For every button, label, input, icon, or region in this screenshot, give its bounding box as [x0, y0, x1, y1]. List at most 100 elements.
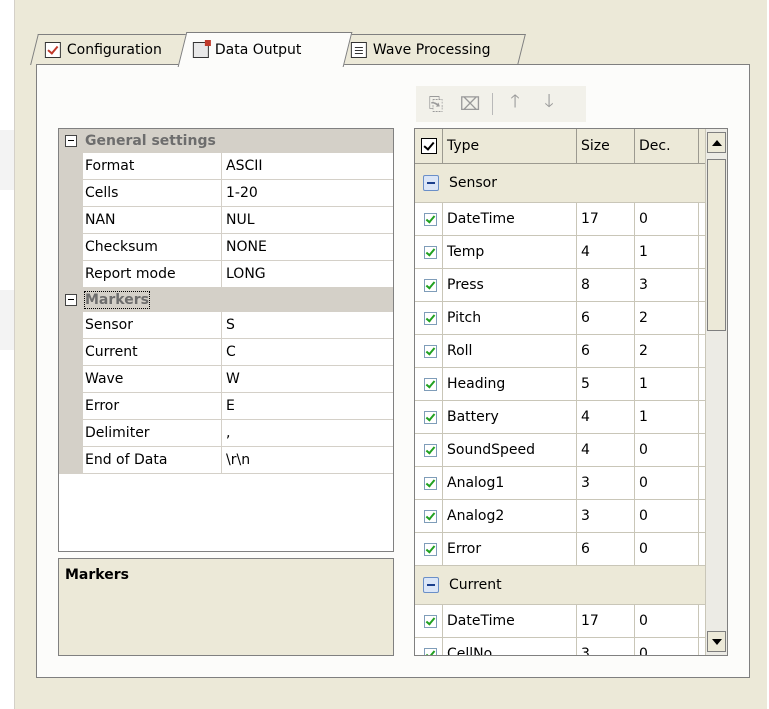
table-row[interactable]: Error 6 0	[415, 533, 727, 566]
cell-type[interactable]: Pitch	[443, 302, 577, 334]
column-header-dec[interactable]: Dec.	[635, 129, 699, 163]
cell-type[interactable]: Analog2	[443, 500, 577, 532]
cell-size[interactable]: 4	[577, 236, 635, 268]
move-up-icon[interactable]: 🡑	[503, 89, 527, 119]
property-value[interactable]: E	[222, 393, 393, 419]
table-row[interactable]: Press 8 3	[415, 269, 727, 302]
cell-type[interactable]: Analog1	[443, 467, 577, 499]
group-row-current[interactable]: Current	[415, 566, 727, 605]
property-value[interactable]: NONE	[222, 234, 393, 260]
scroll-up-button[interactable]	[707, 132, 726, 153]
move-down-icon[interactable]: 🡓	[537, 89, 561, 119]
cell-dec[interactable]: 0	[635, 605, 699, 637]
row-checkbox-cell[interactable]	[415, 638, 443, 655]
cell-size[interactable]: 6	[577, 335, 635, 367]
cell-size[interactable]: 4	[577, 434, 635, 466]
category-markers[interactable]: Markers	[59, 288, 393, 312]
property-value[interactable]: W	[222, 366, 393, 392]
row-checkbox-cell[interactable]	[415, 434, 443, 466]
property-value[interactable]: S	[222, 312, 393, 338]
property-value[interactable]: C	[222, 339, 393, 365]
property-value[interactable]: ASCII	[222, 153, 393, 179]
cell-dec[interactable]: 0	[635, 533, 699, 565]
collapse-group-icon[interactable]	[423, 175, 439, 191]
table-row[interactable]: Analog1 3 0	[415, 467, 727, 500]
row-checkbox[interactable]	[424, 476, 437, 490]
cell-size[interactable]: 3	[577, 467, 635, 499]
row-checkbox-cell[interactable]	[415, 269, 443, 301]
column-header-size[interactable]: Size	[577, 129, 635, 163]
property-value[interactable]: \r\n	[222, 447, 393, 473]
property-row[interactable]: Checksum NONE	[59, 234, 393, 261]
property-row[interactable]: Report mode LONG	[59, 261, 393, 288]
scroll-down-button[interactable]	[707, 631, 726, 652]
property-row[interactable]: End of Data \r\n	[59, 447, 393, 474]
cell-type[interactable]: Battery	[443, 401, 577, 433]
cell-type[interactable]: DateTime	[443, 605, 577, 637]
tab-data-output[interactable]: Data Output	[177, 32, 353, 67]
cell-dec[interactable]: 0	[635, 638, 699, 655]
cell-size[interactable]: 6	[577, 302, 635, 334]
collapse-icon[interactable]	[65, 294, 77, 306]
cell-dec[interactable]: 1	[635, 401, 699, 433]
cell-type[interactable]: DateTime	[443, 203, 577, 235]
row-checkbox[interactable]	[424, 509, 437, 523]
property-row[interactable]: NAN NUL	[59, 207, 393, 234]
collapse-icon[interactable]	[65, 135, 77, 147]
cell-size[interactable]: 4	[577, 401, 635, 433]
table-row[interactable]: Pitch 6 2	[415, 302, 727, 335]
property-row[interactable]: Sensor S	[59, 312, 393, 339]
cell-dec[interactable]: 0	[635, 203, 699, 235]
cell-size[interactable]: 3	[577, 500, 635, 532]
vertical-scrollbar[interactable]	[705, 129, 727, 655]
output-fields-grid[interactable]: Type Size Dec. Sensor DateTime 17 0 Temp 4 1 Pr…	[414, 128, 728, 656]
property-row[interactable]: Wave W	[59, 366, 393, 393]
row-checkbox[interactable]	[424, 614, 437, 628]
cell-size[interactable]: 5	[577, 368, 635, 400]
row-checkbox-cell[interactable]	[415, 368, 443, 400]
cell-type[interactable]: Temp	[443, 236, 577, 268]
row-checkbox-cell[interactable]	[415, 203, 443, 235]
row-checkbox[interactable]	[424, 410, 437, 424]
header-select-all[interactable]	[415, 129, 443, 163]
property-row[interactable]: Format ASCII	[59, 153, 393, 180]
property-row[interactable]: Cells 1-20	[59, 180, 393, 207]
category-general-settings[interactable]: General settings	[59, 129, 393, 153]
row-checkbox[interactable]	[424, 443, 437, 457]
property-row[interactable]: Delimiter ,	[59, 420, 393, 447]
row-checkbox-cell[interactable]	[415, 401, 443, 433]
table-row[interactable]: CellNo 3 0	[415, 638, 727, 655]
cell-type[interactable]: Press	[443, 269, 577, 301]
select-all-checkbox[interactable]	[420, 138, 437, 154]
cell-dec[interactable]: 2	[635, 335, 699, 367]
cell-dec[interactable]: 0	[635, 500, 699, 532]
cell-dec[interactable]: 0	[635, 467, 699, 499]
row-checkbox[interactable]	[424, 344, 437, 358]
check-all-icon[interactable]: ⎘	[424, 94, 448, 115]
table-row[interactable]: Temp 4 1	[415, 236, 727, 269]
row-checkbox[interactable]	[424, 278, 437, 292]
cell-size[interactable]: 17	[577, 203, 635, 235]
row-checkbox-cell[interactable]	[415, 302, 443, 334]
scroll-thumb[interactable]	[707, 159, 726, 331]
table-row[interactable]: Heading 5 1	[415, 368, 727, 401]
row-checkbox-cell[interactable]	[415, 236, 443, 268]
table-row[interactable]: SoundSpeed 4 0	[415, 434, 727, 467]
cell-size[interactable]: 3	[577, 638, 635, 655]
tab-configuration[interactable]: Configuration	[30, 34, 194, 65]
uncheck-all-icon[interactable]: ⌧	[458, 94, 482, 115]
property-row[interactable]: Error E	[59, 393, 393, 420]
row-checkbox[interactable]	[424, 212, 437, 226]
row-checkbox-cell[interactable]	[415, 467, 443, 499]
row-checkbox[interactable]	[424, 647, 437, 655]
cell-type[interactable]: Heading	[443, 368, 577, 400]
table-row[interactable]: Battery 4 1	[415, 401, 727, 434]
property-value[interactable]: LONG	[222, 261, 393, 287]
property-grid[interactable]: General settings Format ASCII Cells 1-20…	[58, 128, 394, 552]
row-checkbox[interactable]	[424, 542, 437, 556]
row-checkbox[interactable]	[424, 377, 437, 391]
cell-dec[interactable]: 2	[635, 302, 699, 334]
cell-type[interactable]: Error	[443, 533, 577, 565]
cell-type[interactable]: Roll	[443, 335, 577, 367]
group-row-sensor[interactable]: Sensor	[415, 164, 727, 203]
